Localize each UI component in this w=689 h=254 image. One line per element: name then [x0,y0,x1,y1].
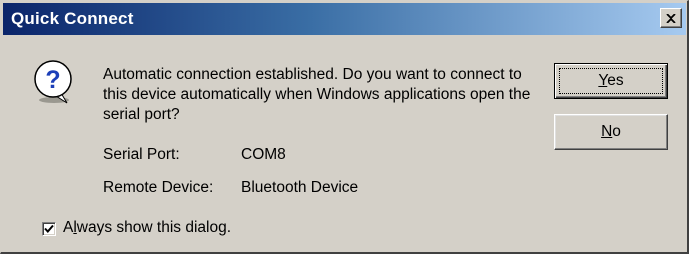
no-mnemonic: N [601,123,613,140]
svg-text:?: ? [45,66,60,94]
quick-connect-dialog: Quick Connect ? Automatic connection est… [0,0,689,254]
yes-button[interactable]: Yes [554,63,668,99]
remote-device-value: Bluetooth Device [241,179,359,196]
always-mnemonic: l [73,219,77,236]
no-button-label: No [601,123,621,140]
checkmark-icon [44,224,54,233]
yes-mnemonic: Y [598,72,608,89]
title-bar[interactable]: Quick Connect [3,3,686,35]
always-show-label[interactable]: Always show this dialog. [63,219,231,237]
serial-port-label: Serial Port: [103,146,180,163]
message-text: Automatic connection established. Do you… [103,66,531,123]
window-title: Quick Connect [11,9,134,28]
question-icon: ? [34,60,72,104]
yes-button-label: Yes [598,72,624,89]
remote-device-label: Remote Device: [103,179,214,196]
no-button[interactable]: No [554,114,668,150]
close-button[interactable] [660,8,682,28]
close-icon [666,13,676,23]
always-show-checkbox[interactable] [42,222,56,236]
serial-port-value: COM8 [241,146,286,163]
